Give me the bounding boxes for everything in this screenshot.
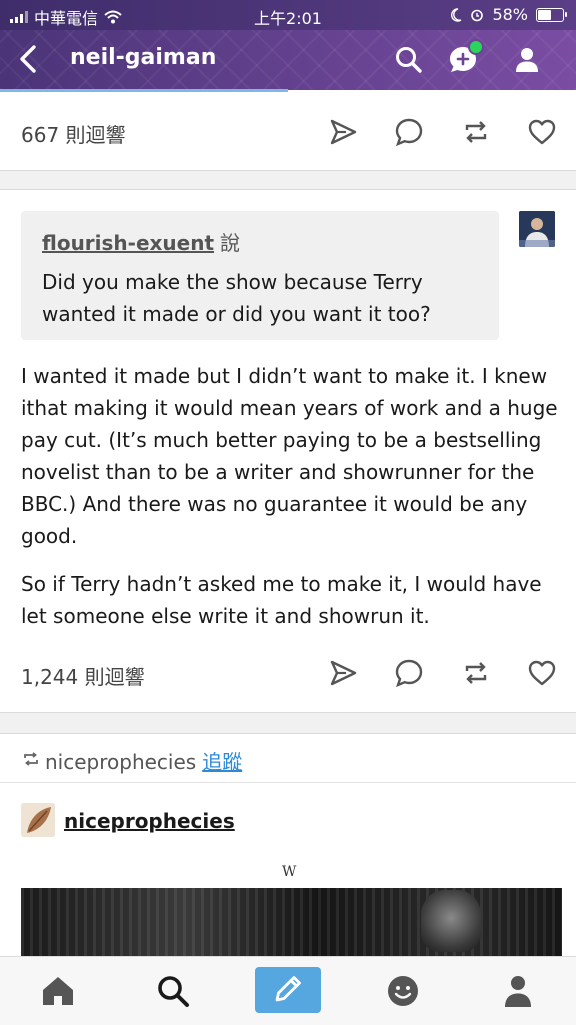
search-icon[interactable] bbox=[393, 44, 425, 76]
like-icon[interactable] bbox=[527, 117, 557, 147]
quote-text: Did you make the show because Terry want… bbox=[42, 270, 431, 326]
reply-icon[interactable] bbox=[394, 658, 424, 688]
battery-icon bbox=[536, 7, 567, 22]
tab-bar bbox=[0, 956, 576, 1025]
post-paragraph: So if Terry hadn’t asked me to make it, … bbox=[21, 572, 542, 628]
quoted-ask: flourish-exuent 說 Did you make the show b… bbox=[21, 211, 499, 340]
app-bar: neil-gaiman bbox=[0, 30, 576, 90]
avatar[interactable] bbox=[519, 211, 555, 247]
reblog-attribution: niceprophecies 追蹤 bbox=[0, 734, 576, 783]
share-icon[interactable] bbox=[328, 117, 358, 147]
post-divider bbox=[0, 171, 576, 190]
search-icon[interactable] bbox=[153, 971, 193, 1011]
account-icon[interactable] bbox=[511, 44, 543, 76]
notes-count[interactable]: 1,244 則迴響 bbox=[21, 661, 145, 690]
reblog-icon[interactable] bbox=[461, 117, 491, 147]
reblog-source: niceprophecies 追蹤 bbox=[45, 746, 242, 775]
share-icon[interactable] bbox=[328, 658, 358, 688]
reblog-icon[interactable] bbox=[461, 658, 491, 688]
back-chevron-icon[interactable] bbox=[14, 43, 44, 75]
compose-button[interactable] bbox=[255, 967, 321, 1013]
notes-count[interactable]: 667 則迴響 bbox=[21, 119, 126, 148]
activity-icon[interactable] bbox=[383, 971, 423, 1011]
poster-username[interactable]: niceprophecies bbox=[64, 809, 235, 833]
home-icon[interactable] bbox=[38, 971, 78, 1011]
quote-said: 說 bbox=[220, 231, 241, 255]
reply-icon[interactable] bbox=[394, 117, 424, 147]
avatar[interactable] bbox=[21, 803, 55, 837]
post-paragraph: I wanted it made but I didn’t want to ma… bbox=[21, 364, 558, 548]
compose-icon bbox=[275, 976, 301, 1002]
reblog-small-icon bbox=[24, 752, 38, 766]
post-divider bbox=[0, 713, 576, 734]
status-bar: 中華電信 上午2:01 58% bbox=[0, 0, 576, 30]
photo-face bbox=[421, 890, 481, 952]
status-right: 58% bbox=[450, 5, 567, 24]
post-footer: 667 則迴響 bbox=[0, 92, 576, 171]
moon-icon bbox=[451, 7, 462, 22]
notification-dot bbox=[468, 39, 484, 55]
post-footer: 1,244 則迴響 bbox=[0, 640, 576, 713]
alarm-icon bbox=[471, 9, 484, 21]
blog-title: neil-gaiman bbox=[70, 45, 217, 70]
avatar-image bbox=[519, 211, 555, 247]
like-icon[interactable] bbox=[527, 658, 557, 688]
battery-percent: 58% bbox=[492, 5, 528, 24]
post-photo[interactable] bbox=[21, 888, 562, 956]
quote-username[interactable]: flourish-exuent 說 bbox=[42, 227, 240, 256]
watermark: W bbox=[282, 864, 297, 880]
follow-link[interactable]: 追蹤 bbox=[202, 750, 242, 774]
account-icon[interactable] bbox=[498, 971, 538, 1011]
reblog-source-name[interactable]: niceprophecies bbox=[45, 750, 196, 774]
avatar-image bbox=[21, 803, 55, 837]
